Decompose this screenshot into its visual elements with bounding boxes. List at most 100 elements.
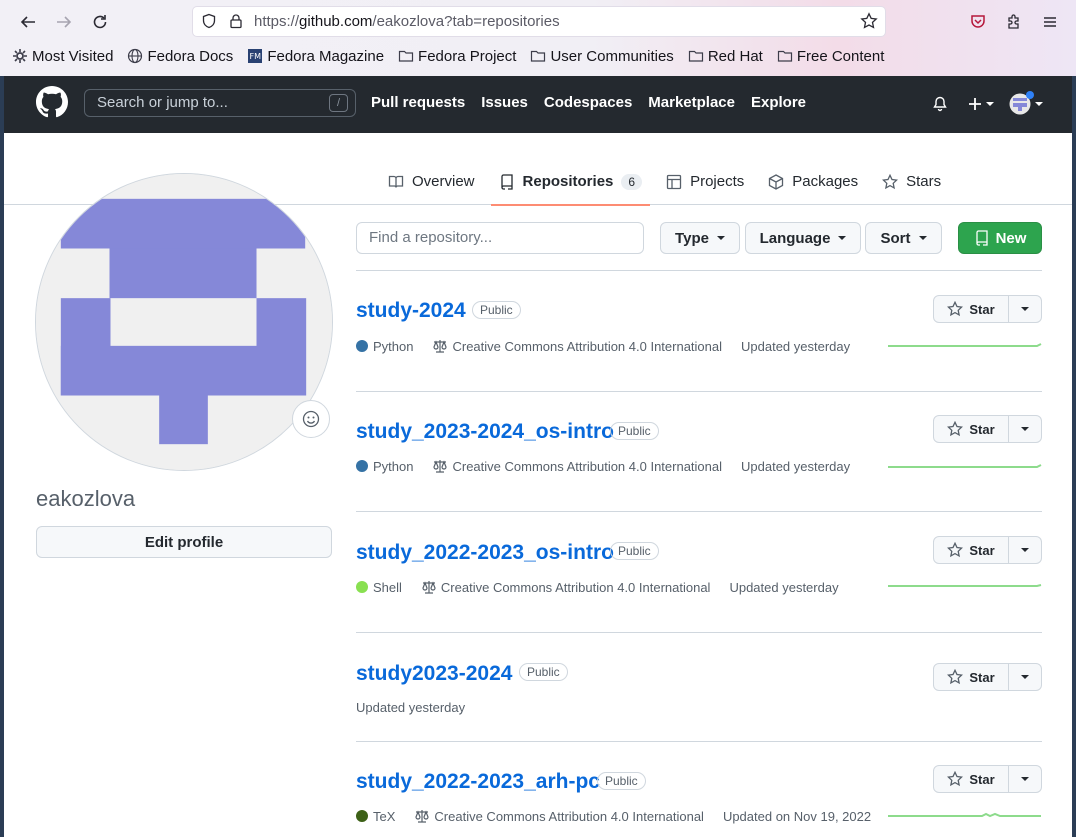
nav-explore[interactable]: Explore <box>751 94 806 111</box>
license-label: Creative Commons Attribution 4.0 Interna… <box>440 579 711 595</box>
app-menu-button[interactable] <box>1037 9 1063 35</box>
nav-pull-requests[interactable]: Pull requests <box>371 94 465 111</box>
repo-meta: TeX Creative Commons Attribution 4.0 Int… <box>356 808 890 824</box>
back-button[interactable] <box>15 9 41 35</box>
github-logo-icon[interactable] <box>36 86 68 118</box>
browser-toolbar: https://github.com/eakozlova?tab=reposit… <box>0 0 1076 76</box>
bookmark-folder-user-communities[interactable]: User Communities <box>530 48 674 65</box>
window-edge <box>1072 76 1076 837</box>
new-repository-button[interactable]: New <box>958 222 1042 254</box>
profile-username: eakozlova <box>36 486 136 511</box>
pocket-button[interactable] <box>965 9 991 35</box>
language-color-dot <box>356 460 368 472</box>
nav-codespaces[interactable]: Codespaces <box>544 94 632 111</box>
repo-updated: Updated yesterday <box>741 338 851 354</box>
bookmark-label: Fedora Docs <box>147 47 234 65</box>
star-button[interactable]: Star <box>933 536 1009 564</box>
license-label: Creative Commons Attribution 4.0 Interna… <box>434 808 704 824</box>
shield-icon[interactable] <box>199 11 219 31</box>
repo-name-link[interactable]: study2023-2024 <box>356 662 512 686</box>
bookmark-fedora-docs[interactable]: Fedora Docs <box>127 48 233 65</box>
arrow-left-icon <box>20 16 35 28</box>
bookmark-most-visited[interactable]: Most Visited <box>12 48 113 65</box>
lock-icon[interactable] <box>226 11 246 31</box>
edit-profile-button[interactable]: Edit profile <box>36 526 332 558</box>
repo-language: Shell <box>356 580 402 595</box>
repo-name-link[interactable]: study_2022-2023_os-intro <box>356 541 614 565</box>
star-button[interactable]: Star <box>933 765 1009 793</box>
bookmark-label: Red Hat <box>707 47 763 65</box>
bookmark-folder-red-hat[interactable]: Red Hat <box>688 48 763 65</box>
chevron-down-icon <box>1021 777 1029 781</box>
notifications-button[interactable] <box>932 92 948 116</box>
url-scheme: https:// <box>254 13 300 30</box>
visibility-badge: Public <box>472 301 521 319</box>
repo-icon <box>500 173 513 190</box>
reload-button[interactable] <box>87 9 113 35</box>
star-icon <box>882 173 899 189</box>
sort-dropdown[interactable]: Sort <box>865 222 942 254</box>
create-new-dropdown[interactable] <box>968 92 994 116</box>
language-label: Python <box>373 458 414 474</box>
bookmark-folder-fedora-project[interactable]: Fedora Project <box>398 48 516 65</box>
star-lists-dropdown[interactable] <box>1009 536 1042 564</box>
tab-packages[interactable]: Packages <box>760 169 866 205</box>
github-search-input[interactable]: Search or jump to... / <box>84 89 356 117</box>
bookmark-star-icon[interactable] <box>859 11 879 31</box>
address-bar[interactable]: https://github.com/eakozlova?tab=reposit… <box>193 7 885 36</box>
star-label: Star <box>969 771 995 787</box>
bookmark-folder-free-content[interactable]: Free Content <box>777 47 885 65</box>
star-label: Star <box>969 542 995 558</box>
type-filter-dropdown[interactable]: Type <box>660 222 740 254</box>
tab-projects[interactable]: Projects <box>658 169 752 205</box>
extensions-button[interactable] <box>1001 9 1027 35</box>
bookmarks-toolbar: Most Visited Fedora Docs FM Fedora Magaz… <box>12 45 884 67</box>
repo-language: Python <box>356 339 413 354</box>
star-button[interactable]: Star <box>933 295 1009 323</box>
repo-updated: Updated yesterday <box>729 579 839 595</box>
repo-language: TeX <box>356 809 395 824</box>
nav-marketplace[interactable]: Marketplace <box>648 94 735 111</box>
folder-icon <box>398 50 414 62</box>
star-lists-dropdown[interactable] <box>1009 765 1042 793</box>
chevron-down-icon <box>716 236 725 240</box>
repo-name-link[interactable]: study_2022-2023_arh-pc <box>356 770 600 794</box>
star-lists-dropdown[interactable] <box>1009 663 1042 691</box>
repo-list-item: study_2022-2023_arh-pc Public TeX Creati… <box>356 742 1042 837</box>
law-icon <box>433 340 448 353</box>
repo-name-link[interactable]: study_2023-2024_os-intro <box>356 420 614 444</box>
repo-icon <box>975 230 988 246</box>
law-icon <box>422 581 436 594</box>
star-button[interactable]: Star <box>933 415 1009 443</box>
forward-button[interactable] <box>51 9 77 35</box>
repo-name-link[interactable]: study-2024 <box>356 299 466 323</box>
tab-repositories[interactable]: Repositories 6 <box>490 169 651 206</box>
find-repository-input[interactable]: Find a repository... <box>356 222 644 254</box>
repo-list-item: study2023-2024 Public Updated yesterday … <box>356 633 1042 742</box>
repo-meta: Updated yesterday <box>356 700 484 715</box>
star-button-group: Star <box>933 536 1042 564</box>
license-label: Creative Commons Attribution 4.0 Interna… <box>452 458 723 474</box>
chevron-down-icon <box>838 236 847 240</box>
bookmark-label: Most Visited <box>32 47 114 65</box>
set-status-button[interactable] <box>292 400 330 438</box>
visibility-badge: Public <box>597 772 646 790</box>
url-text[interactable]: https://github.com/eakozlova?tab=reposit… <box>254 13 560 30</box>
search-placeholder: Search or jump to... <box>97 94 228 111</box>
svg-text:FM: FM <box>250 52 262 61</box>
bookmark-fedora-magazine[interactable]: FM Fedora Magazine <box>247 48 384 65</box>
tab-stars[interactable]: Stars <box>874 169 949 205</box>
tab-label: Stars <box>906 173 942 190</box>
star-button[interactable]: Star <box>933 663 1009 691</box>
profile-avatar[interactable] <box>35 173 333 471</box>
language-filter-label: Language <box>759 229 831 247</box>
bookmark-label: Free Content <box>796 47 885 65</box>
nav-issues[interactable]: Issues <box>481 94 528 111</box>
tab-overview[interactable]: Overview <box>380 169 483 205</box>
repo-language: Python <box>356 459 413 474</box>
star-lists-dropdown[interactable] <box>1009 415 1042 443</box>
language-filter-dropdown[interactable]: Language <box>745 222 861 254</box>
star-lists-dropdown[interactable] <box>1009 295 1042 323</box>
user-menu-dropdown[interactable] <box>1009 91 1043 116</box>
bell-icon <box>933 96 947 112</box>
